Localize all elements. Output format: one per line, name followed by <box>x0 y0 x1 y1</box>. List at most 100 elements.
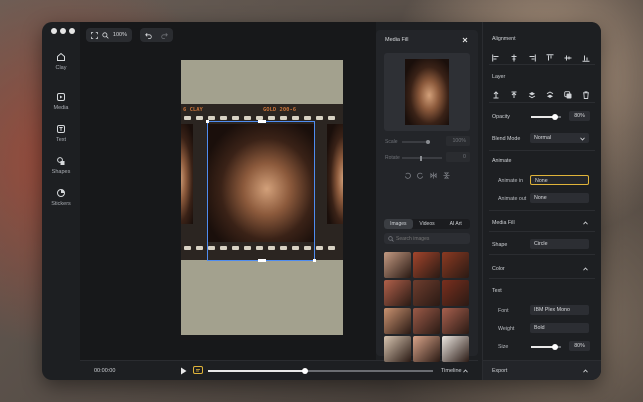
sidebar-item-clay[interactable]: Clay <box>42 52 80 71</box>
resize-handle[interactable] <box>258 120 266 123</box>
send-to-back-icon[interactable] <box>546 86 554 98</box>
shape-label: Shape <box>492 242 508 248</box>
rotate-left-icon[interactable] <box>404 172 411 179</box>
size-value[interactable]: 80% <box>569 341 590 351</box>
export-bar[interactable]: Export <box>483 360 601 380</box>
flip-vertical-icon[interactable] <box>443 172 450 179</box>
home-icon <box>57 52 65 61</box>
sidebar-item-label: Media <box>53 105 69 111</box>
zoom-level[interactable]: 100% <box>113 32 127 38</box>
animate-in-label: Animate in <box>498 178 524 184</box>
layer-icons <box>492 86 590 99</box>
align-top-icon[interactable] <box>546 49 554 61</box>
rotate-value[interactable]: 0 <box>446 152 470 162</box>
sidebar-item-stickers[interactable]: Stickers <box>42 188 80 207</box>
window-dot[interactable] <box>60 28 66 34</box>
timeline-knob[interactable] <box>301 368 308 374</box>
bring-forward-icon[interactable] <box>492 86 500 99</box>
zoom-icon <box>102 31 109 39</box>
flip-horizontal-icon[interactable] <box>430 172 437 179</box>
tab-images[interactable]: Images <box>384 219 413 229</box>
timeline-scrubber[interactable] <box>208 368 433 374</box>
opacity-value[interactable]: 80% <box>569 111 590 121</box>
fit-screen-icon[interactable] <box>91 31 98 39</box>
shape-select[interactable]: Circle <box>530 239 589 249</box>
image-thumbnail[interactable] <box>442 336 469 362</box>
sidebar-item-text[interactable]: Text <box>42 124 80 143</box>
send-backward-icon[interactable] <box>528 86 536 99</box>
opacity-knob[interactable] <box>552 114 558 120</box>
image-thumbnail[interactable] <box>384 308 411 334</box>
chevron-down-icon <box>580 137 585 141</box>
animate-out-select[interactable]: None <box>530 193 589 203</box>
scale-value[interactable]: 100% <box>446 136 470 146</box>
image-thumbnail[interactable] <box>413 336 440 362</box>
scale-slider[interactable] <box>402 140 430 144</box>
window-dot[interactable] <box>69 28 75 34</box>
search-icon <box>388 235 394 242</box>
sidebar-item-media[interactable]: Media <box>42 92 80 111</box>
undo-icon[interactable] <box>145 32 152 39</box>
resize-handle[interactable] <box>258 259 266 262</box>
resize-handle[interactable] <box>206 120 209 123</box>
chevron-up-icon[interactable] <box>463 369 468 373</box>
scale-knob[interactable] <box>426 140 430 144</box>
opacity-label: Opacity <box>492 114 510 120</box>
window-dot[interactable] <box>51 28 57 34</box>
search-field[interactable] <box>384 233 470 244</box>
image-thumbnail[interactable] <box>384 280 411 306</box>
redo-icon[interactable] <box>161 32 168 39</box>
zoom-control[interactable]: 100% <box>86 28 132 42</box>
chevron-up-icon[interactable] <box>583 221 588 225</box>
blend-mode-select[interactable]: Normal <box>530 133 589 143</box>
media-preview[interactable] <box>384 53 470 131</box>
image-thumbnail[interactable] <box>384 252 411 278</box>
align-left-icon[interactable] <box>492 49 500 62</box>
font-select[interactable]: IBM Plex Mono <box>530 305 589 315</box>
media-fill-section[interactable]: Media Fill <box>492 220 515 226</box>
sidebar-item-shapes[interactable]: Shapes <box>42 156 80 175</box>
image-thumbnail[interactable] <box>413 280 440 306</box>
animate-out-label: Animate out <box>498 196 527 202</box>
tab-videos[interactable]: Videos <box>413 219 442 229</box>
selection-box[interactable] <box>206 120 316 262</box>
resize-handle[interactable] <box>313 259 316 262</box>
image-thumbnail[interactable] <box>442 308 469 334</box>
align-right-icon[interactable] <box>528 49 536 62</box>
export-button[interactable]: Export <box>492 368 507 374</box>
canvas-area[interactable]: 100% 6 CLAY GOLD 200-6 <box>80 22 376 360</box>
delete-icon[interactable] <box>582 86 590 99</box>
image-thumbnail[interactable] <box>442 252 469 278</box>
timeline-button[interactable]: Timeline <box>441 368 462 374</box>
rotate-knob[interactable] <box>420 155 422 161</box>
sidebar-item-label: Shapes <box>51 169 71 175</box>
divider <box>489 150 595 151</box>
artboard[interactable]: 6 CLAY GOLD 200-6 <box>181 60 343 335</box>
close-icon[interactable] <box>462 37 468 43</box>
size-knob[interactable] <box>552 344 558 350</box>
chevron-up-icon[interactable] <box>583 369 588 373</box>
bring-to-front-icon[interactable] <box>510 86 518 98</box>
size-slider[interactable] <box>531 344 561 350</box>
animate-header: Animate <box>492 158 512 164</box>
image-thumbnail[interactable] <box>384 336 411 362</box>
caption-icon[interactable] <box>193 366 203 375</box>
duplicate-icon[interactable] <box>564 86 572 99</box>
search-input[interactable] <box>396 234 466 243</box>
image-thumbnail[interactable] <box>413 252 440 278</box>
animate-in-select[interactable]: None <box>530 175 589 185</box>
window-controls[interactable] <box>51 28 75 34</box>
tab-ai-art[interactable]: AI Art <box>441 219 470 229</box>
image-thumbnail[interactable] <box>442 280 469 306</box>
align-middle-icon[interactable] <box>564 49 572 61</box>
image-thumbnail[interactable] <box>413 308 440 334</box>
opacity-slider[interactable] <box>531 114 561 120</box>
play-icon[interactable] <box>180 367 187 375</box>
color-section[interactable]: Color <box>492 266 505 272</box>
align-center-horizontal-icon[interactable] <box>510 49 518 62</box>
weight-select[interactable]: Bold <box>530 323 589 333</box>
rotate-right-icon[interactable] <box>417 172 424 179</box>
chevron-up-icon[interactable] <box>583 267 588 271</box>
rotate-slider[interactable] <box>402 155 442 161</box>
align-bottom-icon[interactable] <box>582 49 590 62</box>
